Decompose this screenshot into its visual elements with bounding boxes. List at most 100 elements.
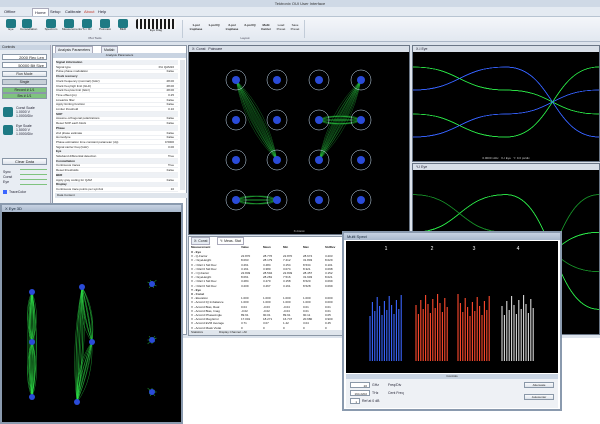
parameter-value[interactable]: 28.00 [166,88,174,92]
layout-label: 2-pol IQ [244,23,256,27]
carrier-label: 4 [517,246,520,252]
parameter-name: Clock frequency (nominal) (GHz) [56,78,100,83]
multi-spect-window[interactable]: Multi Spect 1 2 3 4 Controls 20 GHz Freq/Di… [342,231,562,411]
parameter-value[interactable]: 10 [171,187,174,191]
scrollbar[interactable] [180,60,185,190]
ref-option[interactable]: Ref at 0 dB [362,399,380,403]
menu-home[interactable]: Home [32,8,49,16]
ribbon-constellation-button[interactable]: Constellation [20,19,37,36]
opt-sync[interactable]: Sync [3,170,11,174]
parameter-name: Continuous trace points per symbol [56,186,104,191]
load-preset-button[interactable]: Load Preset [274,19,288,36]
parameter-value[interactable]: False [167,131,174,135]
parameter-value[interactable]: False [167,178,174,182]
parameter-name: Signal information [56,60,83,64]
tab-meas-stat[interactable]: Y: Meas. Stat [217,237,244,245]
xi-eye-plot[interactable]: X-I Eye 0.0000 v/div X-I Eye Y: 9.0 ps/d… [412,45,600,162]
parameter-value[interactable]: 0.5000 [165,140,174,144]
display-channel-select[interactable]: Display Channel • All [219,330,247,334]
layout-label: Save Preset [290,23,300,31]
record-length-field[interactable]: 2000 Rec Len [2,54,47,60]
menu-offline[interactable]: Offline [2,8,18,15]
parameter-value[interactable]: 28.00 [166,84,174,88]
column-header: Max [303,245,309,249]
plot-footer: 0.0000 v/div X-I Eye Y: 9.0 ps/div [413,156,599,161]
parameter-value[interactable]: 0.10 [168,107,174,111]
eye-trace [413,66,599,115]
x-constellation-plot[interactable]: X: Const Poincare X-Const [188,45,410,235]
ribbon-poincare-button[interactable]: Poincaré [98,19,112,36]
eye-3d-canvas [27,279,157,405]
single-button[interactable]: Single [2,79,47,85]
parameter-value[interactable]: False [167,121,174,125]
center-freq-option[interactable]: Cent Freq [388,391,404,395]
tab-poincare[interactable]: Poincare [208,47,222,51]
opt-eye[interactable]: Eye [3,180,9,184]
menu-about[interactable]: About [82,8,96,15]
layout-1pol-iq-button[interactable]: 1-pol IQ [206,19,222,36]
parameter-value[interactable]: False [167,98,174,102]
menu-setup[interactable]: Setup [48,8,62,15]
parameter-value[interactable]: True [168,154,174,158]
menu-help[interactable]: Help [96,8,108,15]
center-freq-field[interactable]: 194.2202 [350,390,370,396]
parameter-value[interactable]: 0.00 [168,145,174,149]
run-mode-button[interactable]: Run Mode [2,71,47,77]
ribbon-measurements-button[interactable]: Measurements [62,19,82,36]
parameter-value[interactable]: False [167,168,174,172]
menu-calibrate[interactable]: Calibrate [63,8,83,15]
trace-color-label[interactable]: TraceColor [9,190,26,194]
ref-field[interactable]: 1 [350,398,360,404]
parameter-value[interactable]: 28.00 [166,79,174,83]
parameter-name: Clock freq high limit (GHz) [56,83,92,88]
eye-trace [413,89,599,138]
layout-multicarrier-button[interactable]: Multi Carrier [258,19,274,36]
table-cell: 0.099 [325,283,333,288]
eye-trace [413,89,599,138]
x-eye-3d-window[interactable]: X Eye 3D [0,203,183,424]
freq-div-field[interactable]: 20 [350,382,370,388]
layout-2pol-trophase-button[interactable]: 2-pol trophase [222,19,242,36]
ribbon-spectrum-button[interactable]: Spectrum [44,19,58,36]
ribbon-txrx-button[interactable]: Tx / Rx [80,19,94,36]
parameter-value[interactable]: False [167,102,174,106]
ribbon-eyediag-button[interactable]: Eye Diag [134,19,178,36]
eye-3d-node [74,399,80,405]
opt-const[interactable]: Const [3,175,12,179]
data-content-label: Data Content [55,193,187,198]
parameter-value[interactable]: True [168,163,174,167]
layout-2pol-iq-button[interactable]: 2-pol IQ [242,19,258,36]
const-scale-div: 1.0000/Div [16,114,33,118]
layout-1pol-trophase-button[interactable]: 1-pol trophase [186,19,206,36]
attenuate-button[interactable]: Attenuate [524,382,554,388]
ribbon-ber-button[interactable]: BER [116,19,130,36]
parameter-name: Pulse phase modulation [56,69,89,74]
parameter-value[interactable]: 0.25 [168,93,174,97]
parameter-value[interactable]: False [167,135,174,139]
constellation-point [315,156,323,164]
parameter-row[interactable]: Continuous trace points per symbol 10 [56,187,178,192]
symbols-field[interactable]: 50000 Bit Size [2,62,47,68]
tab-statistics[interactable]: Statistics [191,330,203,334]
layout-label: 2-pol trophase [225,23,239,31]
freq-div-option[interactable]: Freq/Div [388,383,401,387]
table-cell: 3.467 [263,283,271,288]
clear-data-button[interactable]: Clear Data [2,158,47,165]
trace-color-swatch[interactable] [3,190,7,194]
tab-x-const[interactable]: X: Const [191,237,211,245]
constellation-point [232,76,240,84]
parameter-value[interactable]: False [167,116,174,120]
parameter-value[interactable]: False [167,69,174,73]
parameter-name: Display [56,182,67,187]
table-cell: 0 [303,325,305,330]
save-preset-button[interactable]: Save Preset [288,19,302,36]
ribbon-eye-button[interactable]: Eye [4,19,18,36]
window-title: Tektronix OUI User Interface [0,0,600,7]
constellation-point [357,156,365,164]
parameter-name: Reset thresholds [56,168,79,173]
constellation-point [232,156,240,164]
center-freq-unit: THz [372,391,379,395]
parameter-value[interactable]: Pol QAM16 [159,65,174,69]
parameter-name: SOP [56,111,63,116]
autocenter-button[interactable]: Autocenter [524,394,554,400]
